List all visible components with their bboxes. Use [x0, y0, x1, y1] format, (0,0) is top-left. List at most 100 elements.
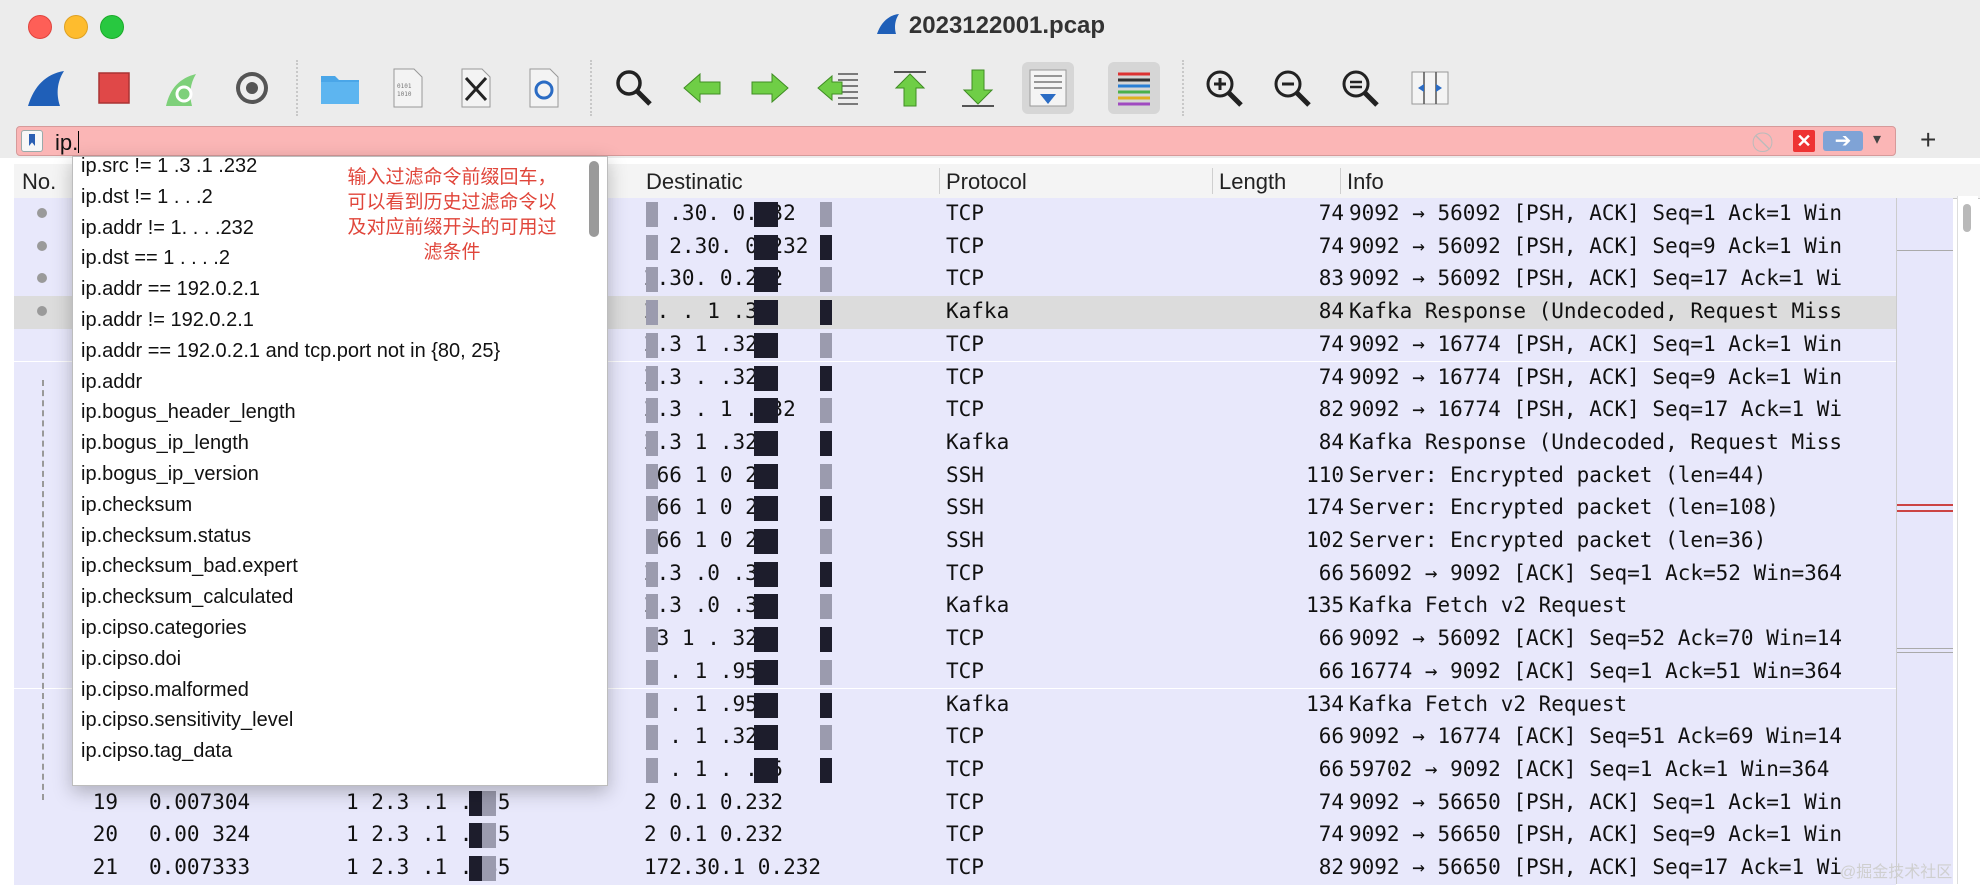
autocomplete-item[interactable]: ip.cipso.malformed [81, 679, 249, 710]
redaction-block [820, 627, 832, 653]
autocomplete-item[interactable]: ip.cipso.tag_data [81, 740, 232, 771]
text-caret [78, 131, 80, 153]
chevron-down-icon[interactable]: ▾ [1873, 129, 1881, 149]
stop-icon [98, 72, 130, 104]
first-packet-icon [894, 71, 926, 107]
packet-row[interactable]: 21 0.007333 1 2.3 .1 .135 172.30.1 0.232 TCP… [14, 852, 1896, 885]
arrow-left-icon [683, 72, 721, 104]
go-to-packet-button[interactable] [812, 62, 864, 114]
last-packet-button[interactable] [952, 62, 1004, 114]
packet-cell-proto: SSH [946, 528, 984, 552]
redaction-block [820, 398, 832, 424]
packet-row[interactable]: 19 0.007304 1 2.3 .1 .1 5 2 0.1 0.232 TCP 74… [14, 786, 1896, 820]
packet-cell-proto: TCP [946, 822, 984, 847]
packet-cell-proto: TCP [946, 658, 984, 683]
capture-options-button[interactable] [226, 62, 278, 114]
autocomplete-item[interactable]: ip.dst != 1 . . .2 [81, 186, 213, 217]
packet-cell-proto: SSH [946, 462, 984, 487]
column-divider[interactable] [1340, 168, 1341, 194]
display-filter-text[interactable]: ip. [55, 130, 80, 156]
redaction-block [820, 430, 832, 456]
popup-scrollbar-thumb[interactable] [589, 161, 599, 237]
autocomplete-item[interactable]: ip.addr [81, 371, 142, 402]
autocomplete-item[interactable]: ip.checksum_bad.expert [81, 555, 298, 586]
go-forward-button[interactable] [744, 62, 796, 114]
autocomplete-item[interactable]: ip.addr != 192.0.2.1 [81, 309, 254, 340]
colorize-button[interactable] [1108, 62, 1160, 114]
redaction-block [754, 267, 778, 293]
redaction-block [646, 496, 658, 522]
packet-cell-proto: Kafka [946, 299, 1010, 324]
resize-columns-button[interactable] [1404, 62, 1456, 114]
display-filter-input[interactable]: ip. ⃠ ✕ ➔ ▾ [16, 126, 1896, 156]
packet-cell-len: 74 [1318, 201, 1344, 225]
redaction-block [754, 757, 778, 783]
autocomplete-item[interactable]: ip.src != 1 .3 .1 .232 [81, 157, 257, 186]
go-to-packet-icon [817, 73, 858, 105]
svg-text:1010: 1010 [397, 91, 412, 98]
add-filter-button[interactable]: + [1920, 124, 1936, 156]
autocomplete-item[interactable]: ip.dst == 1 . . . .2 [81, 247, 230, 278]
go-back-button[interactable] [676, 62, 728, 114]
redaction-block [820, 725, 832, 751]
autocomplete-item[interactable]: ip.bogus_ip_length [81, 432, 249, 463]
column-divider[interactable] [1212, 168, 1213, 194]
autoscroll-button[interactable] [1022, 62, 1074, 114]
packet-minimap[interactable] [1896, 198, 1953, 884]
toolbar-separator [590, 60, 593, 116]
packet-cell-proto: SSH [946, 495, 984, 520]
autocomplete-item[interactable]: ip.bogus_header_length [81, 401, 296, 432]
autocomplete-item[interactable]: ip.bogus_ip_version [81, 463, 259, 494]
autocomplete-item[interactable]: ip.cipso.categories [81, 617, 247, 648]
redaction-block [646, 234, 658, 260]
autocomplete-item[interactable]: ip.addr != 1. . . .232 [81, 217, 254, 248]
scrollbar-thumb[interactable] [1963, 204, 1971, 232]
start-capture-button[interactable] [20, 62, 72, 114]
packet-row[interactable]: 20 0.00 324 1 2.3 .1 .1 5 2 0.1 0.232 TCP 74… [14, 819, 1896, 852]
find-packet-button[interactable] [608, 62, 660, 114]
zoom-out-button[interactable] [1266, 62, 1318, 114]
stop-capture-button[interactable] [88, 62, 140, 114]
autocomplete-item[interactable]: ip.cipso.doi [81, 648, 181, 679]
packet-cell-len: 82 [1318, 397, 1344, 422]
close-file-button[interactable] [450, 62, 502, 114]
column-header-info[interactable]: Info [1347, 169, 1384, 195]
save-file-button[interactable]: 0101 1010 [382, 62, 434, 114]
open-file-button[interactable] [314, 62, 366, 114]
redaction-block [646, 757, 658, 783]
redaction-block [820, 659, 832, 685]
apply-filter-button[interactable]: ➔ [1823, 131, 1863, 151]
column-divider[interactable] [939, 168, 940, 194]
redaction-block [754, 594, 778, 620]
autocomplete-item[interactable]: ip.checksum_calculated [81, 586, 293, 617]
packet-cell-dst: . . 1 .32 [644, 724, 758, 749]
redaction-block [820, 234, 832, 260]
column-header-protocol[interactable]: Protocol [946, 169, 1027, 195]
invalid-filter-icon[interactable]: ✕ [1793, 130, 1815, 152]
column-header-length[interactable]: Length [1219, 169, 1286, 195]
colorize-icon [1118, 72, 1150, 106]
packet-cell-len: 74 [1318, 789, 1344, 814]
restart-capture-button[interactable] [156, 62, 208, 114]
gear-icon [236, 72, 268, 104]
zoom-reset-button[interactable] [1334, 62, 1386, 114]
autocomplete-item[interactable]: ip.checksum.status [81, 525, 251, 556]
redaction-block [820, 202, 832, 227]
first-packet-button[interactable] [884, 62, 936, 114]
autocomplete-item[interactable]: ip.addr == 192.0.2.1 and tcp.port not in… [81, 340, 500, 371]
packet-cell-len: 83 [1318, 266, 1344, 291]
column-header-no[interactable]: No. [22, 169, 56, 195]
packet-cell-proto: TCP [946, 756, 984, 781]
autocomplete-item[interactable]: ip.cipso.sensitivity_level [81, 709, 293, 740]
packet-cell-proto: TCP [946, 789, 984, 814]
bookmark-icon[interactable] [21, 130, 43, 152]
reload-file-button[interactable] [518, 62, 570, 114]
autocomplete-item[interactable]: ip.checksum [81, 494, 192, 525]
redaction-block [754, 234, 778, 260]
column-header-destination[interactable]: Destinatic [646, 169, 743, 195]
zoom-in-button[interactable] [1198, 62, 1250, 114]
redaction-block [754, 463, 778, 489]
autocomplete-item[interactable]: ip.addr == 192.0.2.1 [81, 278, 260, 309]
packet-list-scrollbar[interactable] [1957, 196, 1978, 884]
packet-cell-dst: .66 1 0 2 [644, 495, 758, 520]
